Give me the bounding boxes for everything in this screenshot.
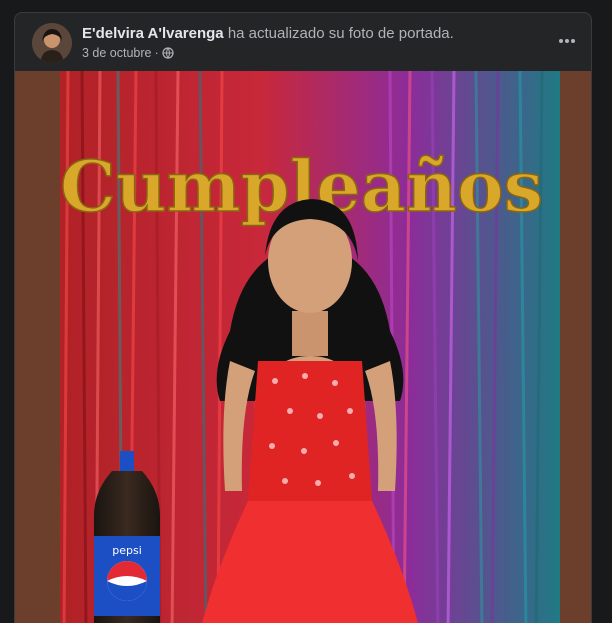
- cover-photo[interactable]: Cumpleaños pepsi: [60, 71, 560, 623]
- author-avatar[interactable]: [32, 23, 72, 63]
- top-strip: [0, 0, 612, 10]
- bottle-label: pepsi: [112, 544, 142, 557]
- more-horizontal-icon: [559, 39, 575, 43]
- post-header: E'delvira A'lvarenga ha actualizado su f…: [15, 13, 591, 71]
- cover-photo-frame: Cumpleaños pepsi: [15, 71, 591, 623]
- meta-separator: ·: [154, 46, 159, 60]
- post-action-text: ha actualizado su foto de portada.: [223, 25, 454, 42]
- post-date[interactable]: 3 de octubre: [82, 46, 152, 60]
- globe-icon[interactable]: [162, 47, 174, 59]
- post-title: E'delvira A'lvarenga ha actualizado su f…: [82, 25, 454, 42]
- photo-scene: Cumpleaños pepsi: [60, 71, 560, 623]
- post-options-button[interactable]: [553, 29, 581, 53]
- post-meta: 3 de octubre ·: [82, 46, 174, 60]
- feed-post-card: E'delvira A'lvarenga ha actualizado su f…: [14, 12, 592, 623]
- avatar-image: [32, 23, 72, 63]
- author-name-link[interactable]: E'delvira A'lvarenga: [82, 25, 224, 42]
